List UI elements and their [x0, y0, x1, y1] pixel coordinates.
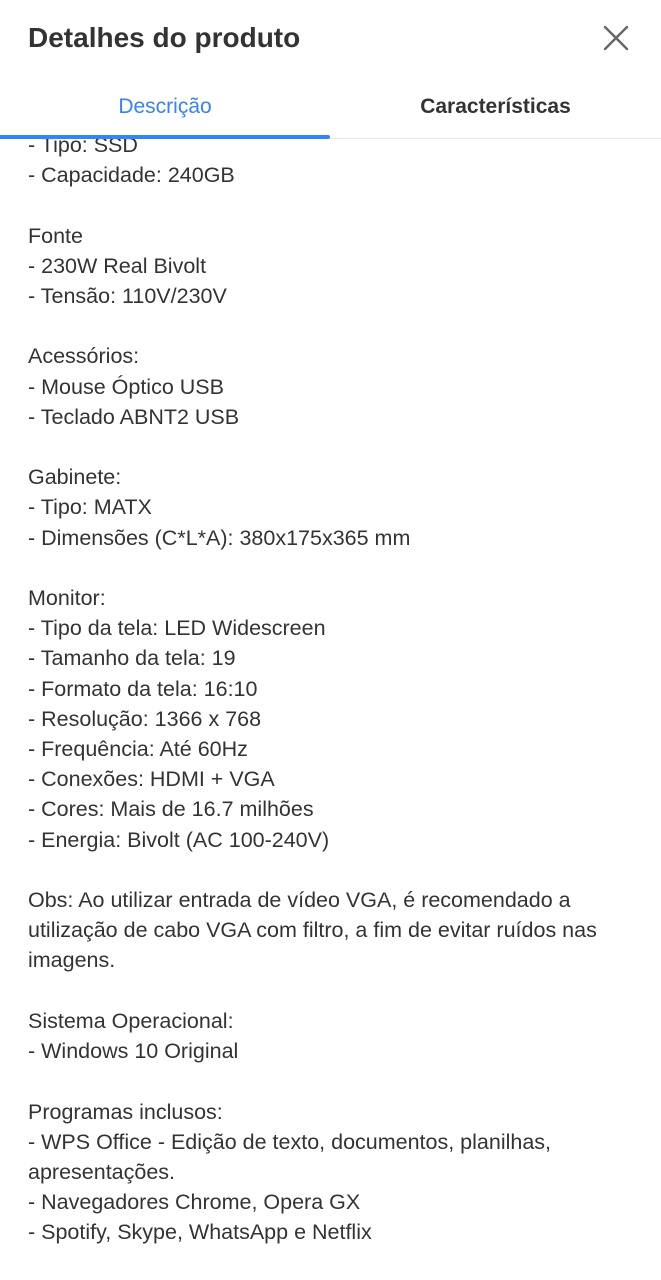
tab-caracteristicas[interactable]: Características	[330, 76, 661, 138]
close-button[interactable]	[596, 18, 636, 58]
modal-title: Detalhes do produto	[28, 22, 301, 53]
tab-bar: Descrição Características	[0, 76, 661, 139]
close-icon	[603, 25, 629, 51]
tab-descricao[interactable]: Descrição	[0, 76, 330, 138]
modal-header: Detalhes do produto	[0, 0, 661, 76]
description-panel[interactable]: - Tipo: SSD - Capacidade: 240GB Fonte - …	[0, 139, 661, 1280]
product-description-text: - Tipo: SSD - Capacidade: 240GB Fonte - …	[28, 139, 597, 1245]
